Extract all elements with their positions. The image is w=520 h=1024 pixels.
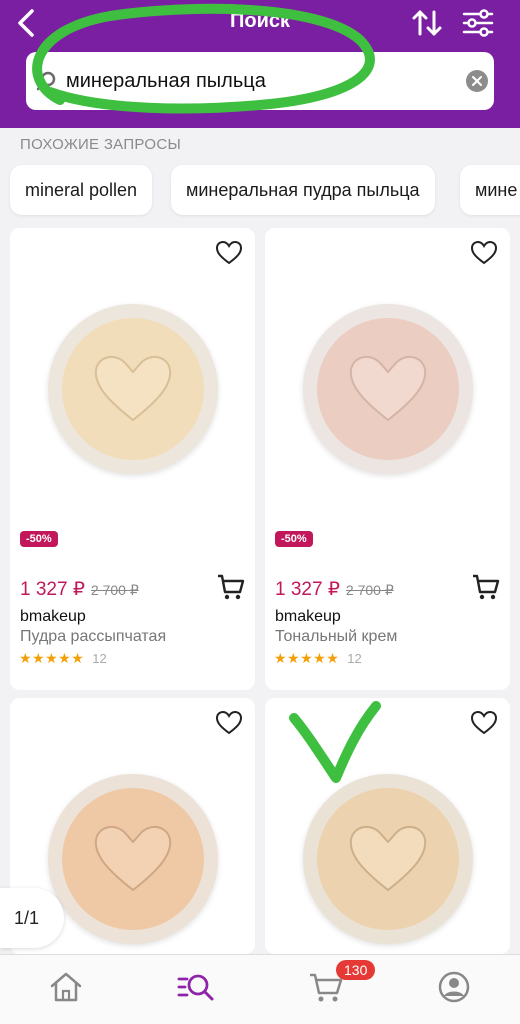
clear-icon[interactable] [466,70,488,92]
sort-icon[interactable] [410,6,444,40]
product-image[interactable] [265,698,510,954]
review-count: 12 [92,651,107,666]
old-price: 2 700 ₽ [345,582,394,598]
price: 1 327 ₽ 2 700 ₽ [20,578,139,601]
chip-query[interactable]: мине [460,165,520,215]
profile-icon[interactable] [434,969,474,1005]
favorite-heart-icon[interactable] [215,240,243,266]
product-card[interactable] [265,698,510,954]
cart-count-badge: 130 [336,960,376,980]
current-price: 1 327 ₽ [20,579,85,600]
chip-query[interactable]: mineral pollen [10,165,153,215]
brand-name: bmakeup [20,608,86,625]
product-name: Тональный крем [275,628,398,645]
add-to-cart-icon[interactable] [471,572,501,602]
search-input[interactable] [66,61,446,101]
app-header: Поиск [0,0,520,128]
similar-queries-label: ПОХОЖИЕ ЗАПРОСЫ [20,136,182,153]
product-image[interactable] [10,228,255,558]
home-icon[interactable] [46,969,86,1005]
catalog-search-icon[interactable] [176,969,216,1005]
discount-badge: -50% [275,531,313,547]
similar-queries-list: mineral pollen минеральная пудра пыльца … [0,162,520,218]
search-bar[interactable] [26,52,494,110]
chip-query[interactable]: минеральная пудра пыльца [171,165,435,215]
bottom-navigation [0,954,520,1024]
search-icon [36,71,56,91]
product-card[interactable]: -50% 1 327 ₽ 2 700 ₽ bmakeup Тональный кр… [265,228,510,690]
product-name: Пудра рассыпчатая [20,628,167,645]
rating: ★★★★★ 12 [19,650,107,667]
add-to-cart-icon[interactable] [216,572,246,602]
favorite-heart-icon[interactable] [470,240,498,266]
page-indicator: 1/1 [0,888,64,948]
discount-badge: -50% [20,531,58,547]
product-image[interactable] [265,228,510,558]
favorite-heart-icon[interactable] [470,710,498,736]
product-card[interactable]: -50% 1 327 ₽ 2 700 ₽ bmakeup Пудра рассып… [10,228,255,690]
rating-stars: ★★★★★ [19,650,85,666]
current-price: 1 327 ₽ [275,579,340,600]
favorite-heart-icon[interactable] [215,710,243,736]
rating-stars: ★★★★★ [274,650,340,666]
filter-icon[interactable] [460,6,496,40]
brand-name: bmakeup [275,608,341,625]
old-price: 2 700 ₽ [90,582,139,598]
rating: ★★★★★ 12 [274,650,362,667]
price: 1 327 ₽ 2 700 ₽ [275,578,394,601]
review-count: 12 [347,651,362,666]
